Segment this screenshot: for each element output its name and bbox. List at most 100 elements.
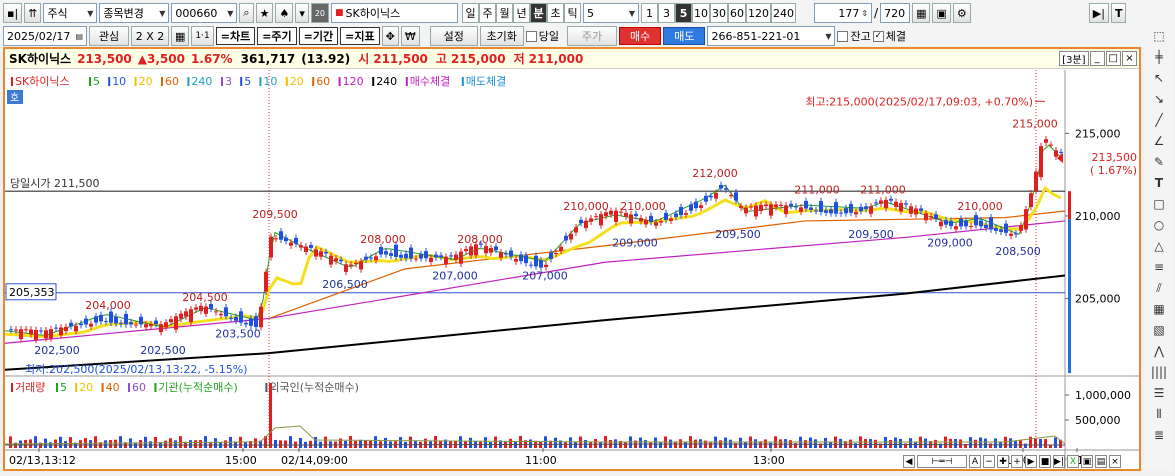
won-icon[interactable]: ₩ (400, 26, 420, 46)
circle-icon[interactable]: ○ (1148, 215, 1170, 235)
candle-body (494, 246, 498, 251)
period-second[interactable]: 초 (547, 3, 565, 23)
candle-body (354, 262, 358, 265)
settings-button[interactable]: 설정 (429, 26, 478, 46)
price-label: 212,000 (692, 167, 738, 180)
interval-select[interactable]: 5 ▼ (583, 3, 640, 23)
triangle-icon[interactable]: △ (1148, 236, 1170, 256)
date-field[interactable]: 2025/02/17 ▤ (3, 26, 87, 46)
tab-period[interactable]: =기간 (298, 27, 339, 45)
crosshair-icon[interactable]: ✚ (997, 455, 1009, 468)
fill-checkbox[interactable]: ✓ 체결 (872, 28, 906, 44)
price-label: 211,000 (860, 183, 906, 196)
period-month[interactable]: 월 (496, 3, 514, 23)
chart-scrollbar[interactable]: ◀ ⊢═⊣ A − ✚ + ▶ ■ ▶| X ▣ ▤ × (903, 454, 1141, 469)
market-select[interactable]: 주식 ▼ (43, 3, 98, 23)
vlines-icon[interactable]: ⦀ (1148, 404, 1170, 424)
minimize-icon[interactable]: _ (1089, 51, 1105, 66)
bars-icon[interactable]: |||| (1148, 362, 1170, 382)
period-year[interactable]: 년 (513, 3, 531, 23)
zoom-out-icon[interactable]: − (983, 455, 995, 468)
crosshair-tool-icon[interactable]: ╪ (1148, 47, 1170, 67)
grid-icon[interactable]: ▦ (912, 3, 931, 23)
period-week[interactable]: 주 (479, 3, 497, 23)
save-icon[interactable]: ▣ (1081, 455, 1093, 468)
preset-120[interactable]: 120 (746, 3, 772, 23)
spade-icon[interactable]: ♠ (275, 3, 294, 23)
pencil-icon[interactable]: ✎ (1148, 152, 1170, 172)
price-button[interactable]: 주가 (566, 26, 617, 46)
lines-icon[interactable]: ≣ (1148, 425, 1170, 445)
save-icon[interactable]: ▣ (932, 3, 951, 23)
tab-indicator[interactable]: =지표 (340, 27, 380, 45)
price-chart[interactable]: 215,000 210,000 205,000 1,000,000 500,000 02/… (5, 70, 1139, 470)
zoom-in-icon[interactable]: + (1011, 455, 1023, 468)
candle-body (209, 304, 213, 309)
preset-60[interactable]: 60 (728, 3, 747, 23)
trendline-icon[interactable]: ╱ (1148, 110, 1170, 130)
star-icon[interactable]: ★ (255, 3, 274, 23)
period-tick[interactable]: 틱 (564, 3, 582, 23)
layout-button[interactable]: 2 X 2 (131, 26, 169, 46)
rectangle-icon[interactable]: □ (1148, 194, 1170, 214)
preset-3[interactable]: 3 (658, 3, 676, 23)
hlines-icon[interactable]: ☰ (1148, 383, 1170, 403)
close-icon[interactable]: × (1122, 51, 1137, 66)
channel-icon[interactable]: ⫽ (1148, 278, 1170, 298)
fib-icon[interactable]: ≡ (1148, 257, 1170, 277)
one-by-one-button[interactable]: 1·1 (191, 26, 214, 46)
grid-tool-icon[interactable]: ▦ (1148, 299, 1170, 319)
preset-5[interactable]: 5 (675, 3, 693, 23)
updown-icon[interactable]: ▾ (295, 3, 309, 23)
candle-body (879, 200, 883, 204)
ray-tool-icon[interactable]: ↘ (1148, 89, 1170, 109)
reset-button[interactable]: 초기화 (479, 26, 524, 46)
today-checkbox[interactable]: 당일 (525, 28, 559, 44)
arrow-right-icon[interactable]: ▶| (1088, 3, 1109, 23)
preset-10[interactable]: 10 (692, 3, 711, 23)
balance-checkbox[interactable]: 잔고 (837, 28, 871, 44)
x-tick-label: 13:00 (753, 454, 785, 467)
interest-button[interactable]: 관심 (89, 26, 129, 46)
angle-icon[interactable]: ∠ (1148, 131, 1170, 151)
period-minute[interactable]: 분 (530, 3, 548, 23)
preset-1[interactable]: 1 (641, 3, 659, 23)
fan-icon[interactable]: ⋀ (1148, 341, 1170, 361)
play-end-icon[interactable]: ▶| (1053, 455, 1065, 468)
excel-icon[interactable]: X (1067, 455, 1079, 468)
search-icon[interactable]: ⌕ (239, 3, 254, 23)
print-icon[interactable]: ▤ (1095, 455, 1107, 468)
text-tool-icon[interactable]: T (1148, 173, 1170, 193)
top-button[interactable]: ⇈ (24, 3, 42, 23)
pin-button[interactable]: ▪| (3, 3, 23, 23)
sell-button[interactable]: 매도 (663, 27, 706, 45)
play-icon[interactable]: ▶ (1025, 455, 1037, 468)
preset-30[interactable]: 30 (710, 3, 729, 23)
tab-cycle[interactable]: =주기 (257, 27, 297, 45)
tab-chart[interactable]: =차트 (215, 27, 256, 45)
close-icon[interactable]: × (1109, 455, 1121, 468)
crosshair-icon[interactable]: ✥ (381, 26, 399, 46)
arrow-tool-icon[interactable]: ↖ (1148, 68, 1170, 88)
font-size-icon[interactable]: A (969, 455, 981, 468)
buy-button[interactable]: 매수 (618, 27, 662, 45)
select-arrow-icon[interactable]: ⬚ (1148, 26, 1170, 46)
interval-tag[interactable]: [3분] (1059, 51, 1089, 66)
code-input[interactable]: 000660 ▼ (171, 3, 238, 23)
maximize-icon[interactable]: □ (1105, 51, 1121, 66)
preset-240[interactable]: 240 (771, 3, 797, 23)
period-day[interactable]: 일 (462, 3, 480, 23)
candle-body (569, 233, 573, 240)
table-icon[interactable]: ▦ (171, 26, 190, 46)
text-tool-button[interactable]: T (1110, 3, 1127, 23)
account-select[interactable]: 266-851-221-01 ▼ (707, 26, 836, 46)
stock-name-field[interactable]: ■ SK하이닉스 (331, 3, 459, 23)
count-input[interactable]: 177 ⇕ (814, 3, 873, 23)
zoom-slider[interactable]: ⊢═⊣ (917, 455, 967, 468)
symbol-change-select[interactable]: 종목변경 ▼ (99, 3, 170, 23)
scroll-left-icon[interactable]: ◀ (903, 455, 915, 468)
info-icon[interactable]: 20 (310, 3, 330, 23)
box-tool-icon[interactable]: ▧ (1148, 320, 1170, 340)
stop-icon[interactable]: ■ (1039, 455, 1051, 468)
gear-icon[interactable]: ⚙ (952, 3, 971, 23)
